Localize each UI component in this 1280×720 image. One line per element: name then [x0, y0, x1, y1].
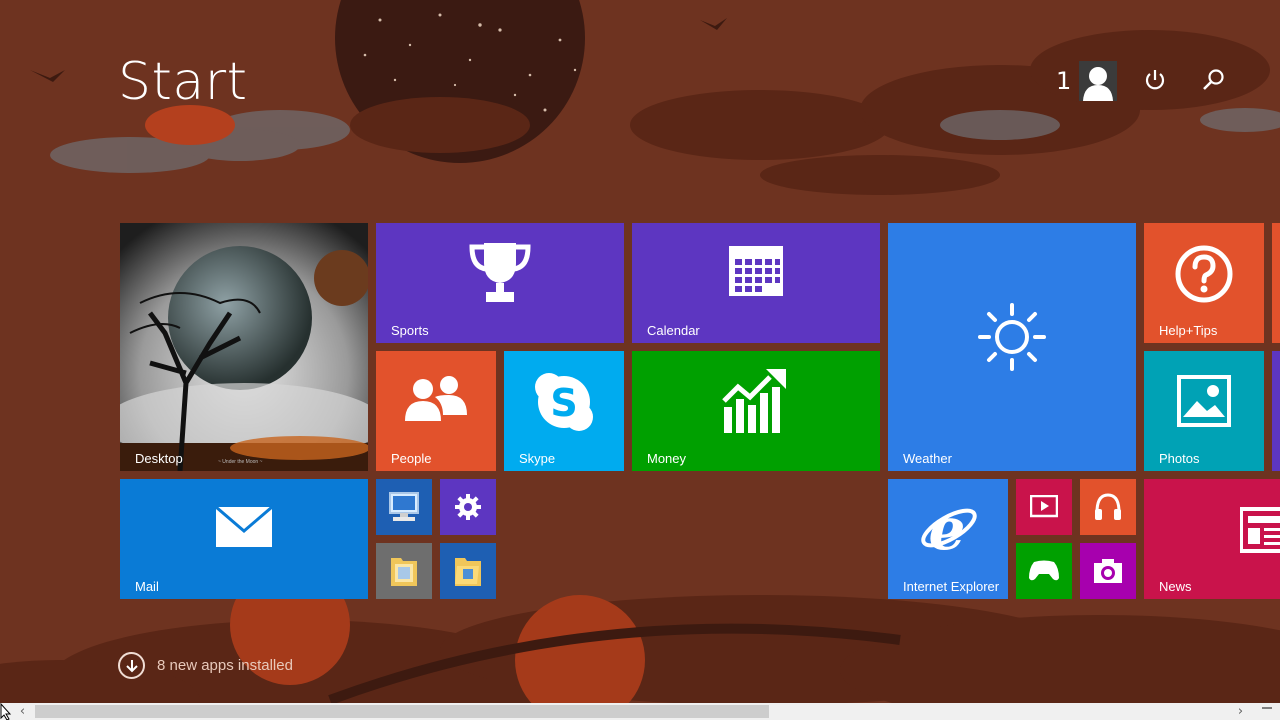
search-icon [1203, 69, 1224, 90]
envelope-icon [216, 507, 272, 547]
tile-file-explorer[interactable] [376, 543, 432, 599]
tile-label: Sports [391, 323, 429, 338]
desktop-wallpaper-image [120, 223, 368, 471]
power-button[interactable] [1141, 66, 1169, 94]
scroll-thumb[interactable] [35, 705, 769, 718]
tile-photos[interactable]: Photos [1144, 351, 1264, 471]
tile-sports[interactable]: Sports [376, 223, 624, 343]
tile-weather[interactable]: Weather [888, 223, 1136, 471]
video-icon [1030, 495, 1058, 518]
tile-label: Calendar [647, 323, 700, 338]
gear-icon [455, 494, 481, 520]
tile-games[interactable] [1016, 543, 1072, 599]
svg-text:e: e [929, 497, 966, 559]
computer-icon [389, 492, 419, 521]
tile-video[interactable] [1016, 479, 1072, 535]
tile-label: Photos [1159, 451, 1200, 466]
stock-chart-icon [722, 369, 786, 433]
scroll-left-arrow[interactable]: ‹ [14, 703, 31, 720]
power-icon [1145, 70, 1165, 90]
people-icon [405, 376, 467, 421]
tile-internet-explorer[interactable]: e Internet Explorer [888, 479, 1008, 599]
tile-label: Weather [903, 451, 952, 466]
tile-partial-edge[interactable] [1272, 351, 1280, 471]
avatar[interactable] [1079, 61, 1118, 101]
tile-money[interactable]: Money [632, 351, 880, 471]
camera-icon [1094, 559, 1122, 583]
tile-mail[interactable]: Mail [120, 479, 368, 599]
tile-label: People [391, 451, 432, 466]
scroll-right-arrow[interactable]: › [1232, 703, 1249, 720]
start-title: Start [118, 52, 248, 112]
tile-label: Help+Tips [1159, 323, 1218, 338]
ie-logo-icon: e [921, 497, 977, 559]
tile-label: Internet Explorer [903, 579, 1000, 594]
tile-camera[interactable] [1080, 543, 1136, 599]
tile-calendar[interactable]: Calendar [632, 223, 880, 343]
trophy-icon [469, 243, 531, 302]
minimize-icon[interactable] [1262, 707, 1272, 709]
tile-label: News [1159, 579, 1192, 594]
tile-desktop[interactable]: Desktop ~ Under the Moon ~ [120, 223, 368, 471]
newspaper-icon [1240, 507, 1280, 553]
tile-help-tips[interactable]: Help+Tips [1144, 223, 1264, 343]
sun-icon [978, 303, 1046, 371]
wallpaper-credit: ~ Under the Moon ~ [218, 459, 263, 465]
tile-label: Skype [519, 451, 556, 466]
user-name: 1 [1056, 67, 1072, 95]
tile-label: Mail [135, 579, 159, 594]
folder-icon [391, 558, 417, 586]
question-mark-icon [1175, 245, 1233, 303]
user-account[interactable]: 1 [1056, 61, 1118, 101]
tile-people[interactable]: People [376, 351, 496, 471]
tile-this-pc[interactable] [376, 479, 432, 535]
mouse-cursor-icon [0, 703, 12, 720]
svg-text:S: S [550, 381, 577, 425]
headphones-icon [1095, 493, 1121, 520]
tile-settings[interactable] [440, 479, 496, 535]
tile-news[interactable]: News [1144, 479, 1280, 599]
down-arrow-icon [118, 652, 145, 679]
new-apps-text: 8 new apps installed [157, 657, 293, 674]
tile-skype[interactable]: S Skype [504, 351, 624, 471]
tile-label: Money [647, 451, 687, 466]
tile-documents-folder[interactable] [440, 543, 496, 599]
skype-icon: S [535, 373, 593, 431]
photo-icon [1177, 375, 1231, 427]
horizontal-scrollbar[interactable]: ‹ › [0, 703, 1280, 720]
search-button[interactable] [1200, 66, 1228, 94]
game-controller-icon [1029, 560, 1059, 581]
tile-label: Desktop [135, 451, 183, 466]
new-apps-notification[interactable]: 8 new apps installed [118, 652, 293, 679]
tile-partial-edge[interactable] [1272, 223, 1280, 343]
user-icon [1079, 61, 1118, 101]
calendar-icon [729, 246, 783, 296]
folder-icon [455, 558, 481, 586]
tile-music[interactable] [1080, 479, 1136, 535]
